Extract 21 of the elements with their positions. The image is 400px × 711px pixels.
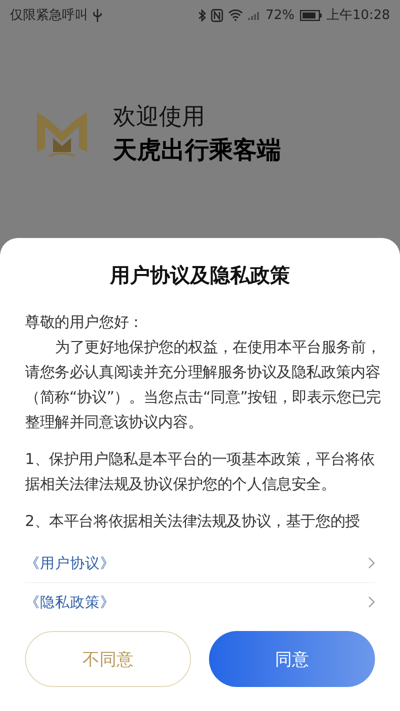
agreement-paragraph: 2、本平台将依据相关法律法规及协议，基于您的授 [25,511,361,532]
battery-icon [300,10,322,20]
bluetooth-icon [198,8,206,22]
signal-icon [248,9,261,21]
agreement-paragraph: 1、保护用户隐私是本平台的一项基本政策，平台将依据相关法律法规及协议保护您的个人信息安全。 [25,449,376,495]
dialog-title: 用户协议及隐私政策 [108,262,291,289]
chevron-right-icon [368,557,375,569]
battery-percent: 72% [266,8,295,22]
greeting-text: 尊敬的用户您好： [25,312,144,333]
app-name: 天虎出行乘客端 [113,135,281,166]
carrier-text: 仅限紧急呼叫 [10,7,88,24]
welcome-text: 欢迎使用 [113,103,206,132]
accept-button[interactable]: 同意 [209,631,375,687]
nfc-icon [210,8,223,22]
clock-time: 上午10:28 [326,7,390,24]
agreement-paragraph: 为了更好地保护您的权益，在使用本平台服务前，请您务必认真阅读并充分理解服务协议及隐私政策内容（简称“协议”）。当您点击“同意”按钮，即表示您已完整理解并同意该协议内容。 [25,337,381,433]
agreement-link[interactable]: 《隐私政策》 [25,583,375,621]
usb-icon [93,8,102,22]
agreement-link[interactable]: 《用户协议》 [25,544,375,583]
wifi-icon [228,9,243,21]
chevron-right-icon [368,596,375,608]
